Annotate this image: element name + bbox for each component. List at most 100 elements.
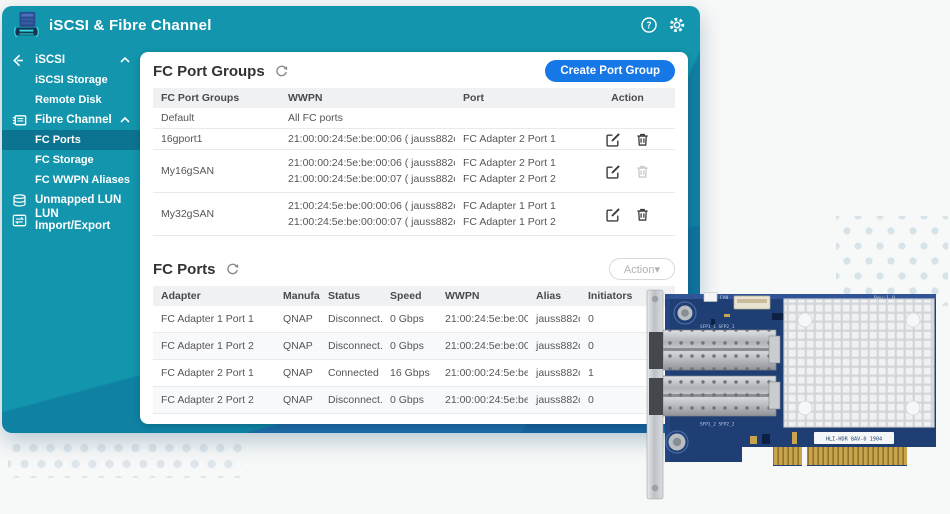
column-header: Manufa... <box>275 286 320 306</box>
import-export-icon <box>11 213 28 228</box>
column-header: Adapter <box>153 286 275 306</box>
card-bracket <box>647 290 663 499</box>
port-alias: jauss882c... <box>528 337 580 355</box>
edit-icon[interactable] <box>606 207 621 222</box>
sidebar-label: Remote Disk <box>35 94 102 106</box>
fc-ports-header: FC Ports Action▾ <box>153 256 675 282</box>
sidebar-label: FC Ports <box>35 134 81 146</box>
group-port: FC Adapter 1 Port 1 FC Adapter 1 Port 2 <box>455 195 580 233</box>
sidebar-label: iSCSI Storage <box>35 74 108 86</box>
group-name: My16gSAN <box>153 162 280 180</box>
fc-adapter-card-image: FAN SFP1_1 SFP2_1 SFP1_2 SFP2_2 Rev:1.0 <box>644 286 950 514</box>
group-wwpn: All FC ports <box>280 109 455 127</box>
sidebar-label: FC Storage <box>35 154 94 166</box>
group-port <box>455 115 580 121</box>
sidebar-label: iSCSI <box>35 54 120 66</box>
port-groups-title: FC Port Groups <box>153 63 265 80</box>
create-port-group-button[interactable]: Create Port Group <box>545 60 675 82</box>
fc-ports-table: Adapter Manufa... Status Speed WWPN Alia… <box>153 286 675 414</box>
column-header: FC Port Groups <box>153 88 280 108</box>
column-header: WWPN <box>280 88 455 108</box>
column-header: Port <box>455 88 580 108</box>
gear-icon[interactable] <box>668 16 686 34</box>
edit-icon[interactable] <box>606 132 621 147</box>
column-header: WWPN <box>437 286 528 306</box>
chevron-up-icon[interactable] <box>120 117 130 123</box>
port-status: Disconnect... <box>320 310 382 328</box>
port-adapter: FC Adapter 2 Port 1 <box>153 364 275 382</box>
table-row[interactable]: My16gSAN 21:00:00:24:5e:be:00:06 ( jauss… <box>153 150 675 193</box>
table-row[interactable]: FC Adapter 1 Port 1 QNAP Disconnect... 0… <box>153 306 675 333</box>
app-window: iSCSI & Fibre Channel ? iSCSI iSCSI <box>2 6 700 433</box>
port-groups-table-header: FC Port Groups WWPN Port Action <box>153 88 675 108</box>
action-button[interactable]: Action▾ <box>609 258 675 280</box>
port-speed: 16 Gbps <box>382 364 437 382</box>
iscsi-icon <box>11 53 28 68</box>
group-actions <box>580 115 675 121</box>
refresh-icon[interactable] <box>274 64 289 79</box>
delete-icon[interactable] <box>635 207 650 222</box>
group-name: Default <box>153 109 280 127</box>
port-adapter: FC Adapter 1 Port 1 <box>153 310 275 328</box>
port-manufacturer: QNAP <box>275 337 320 355</box>
group-actions <box>580 161 675 182</box>
delete-icon[interactable] <box>635 132 650 147</box>
card-sticker: HLI-HDR 8AV-0 1904 <box>814 432 894 444</box>
sidebar-item-remote-disk[interactable]: Remote Disk <box>2 90 140 110</box>
column-header: Status <box>320 286 382 306</box>
sidebar-label: FC WWPN Aliases <box>35 174 130 186</box>
table-row[interactable]: FC Adapter 2 Port 2 QNAP Disconnect... 0… <box>153 387 675 414</box>
port-status: Disconnect... <box>320 337 382 355</box>
chevron-up-icon[interactable] <box>120 57 130 63</box>
edit-icon[interactable] <box>606 164 621 179</box>
sidebar-item-fc-ports[interactable]: FC Ports <box>2 130 140 150</box>
refresh-icon[interactable] <box>225 262 240 277</box>
port-groups-table: FC Port Groups WWPN Port Action Default … <box>153 88 675 236</box>
sidebar-item-fc-storage[interactable]: FC Storage <box>2 150 140 170</box>
titlebar-actions: ? <box>640 16 686 34</box>
sidebar-item-iscsi[interactable]: iSCSI <box>2 50 140 70</box>
table-row[interactable]: FC Adapter 2 Port 1 QNAP Connected 16 Gb… <box>153 360 675 387</box>
table-row[interactable]: 16gport1 21:00:00:24:5e:be:00:06 ( jauss… <box>153 129 675 150</box>
component <box>750 436 757 444</box>
port-speed: 0 Gbps <box>382 310 437 328</box>
group-port: FC Adapter 2 Port 1 FC Adapter 2 Port 2 <box>455 152 580 190</box>
sidebar-item-fc-wwpn-aliases[interactable]: FC WWPN Aliases <box>2 170 140 190</box>
port-adapter: FC Adapter 1 Port 2 <box>153 337 275 355</box>
port-wwpn: 21:00:24:5e:be:00:00... <box>437 310 528 328</box>
sidebar-item-iscsi-storage[interactable]: iSCSI Storage <box>2 70 140 90</box>
group-wwpn: 21:00:24:5e:be:00:00:06 ( jauss882c32p1 … <box>280 195 455 233</box>
delete-icon-disabled <box>635 164 650 179</box>
heatsink <box>784 299 934 427</box>
port-alias: jauss882c... <box>528 391 580 409</box>
port-manufacturer: QNAP <box>275 364 320 382</box>
fc-ports-title: FC Ports <box>153 261 216 278</box>
group-actions <box>580 204 675 225</box>
sidebar-item-lun-import-export[interactable]: LUN Import/Export <box>2 210 140 230</box>
sidebar-item-unmapped-lun[interactable]: Unmapped LUN <box>2 190 140 210</box>
window-title: iSCSI & Fibre Channel <box>49 17 640 34</box>
port-alias: jauss882c... <box>528 310 580 328</box>
group-wwpn: 21:00:00:24:5e:be:00:06 ( jauss882c16p1 … <box>280 130 455 148</box>
help-icon[interactable]: ? <box>640 16 658 34</box>
fc-ports-table-header: Adapter Manufa... Status Speed WWPN Alia… <box>153 286 675 306</box>
disk-stack-icon <box>11 193 28 208</box>
group-name: My32gSAN <box>153 205 280 223</box>
sidebar-item-fibre-channel[interactable]: Fibre Channel <box>2 110 140 130</box>
table-row[interactable]: FC Adapter 1 Port 2 QNAP Disconnect... 0… <box>153 333 675 360</box>
port-manufacturer: QNAP <box>275 391 320 409</box>
component <box>762 434 770 444</box>
port-wwpn: 21:00:00:24:5e:be:00... <box>437 391 528 409</box>
main-panel: FC Port Groups Create Port Group FC Port… <box>140 52 688 424</box>
group-port: FC Adapter 2 Port 1 <box>455 130 580 148</box>
table-row[interactable]: Default All FC ports <box>153 108 675 129</box>
sidebar-label: Unmapped LUN <box>35 194 130 206</box>
port-status: Disconnect... <box>320 391 382 409</box>
caret-down-icon: ▾ <box>654 264 660 276</box>
table-row[interactable]: My32gSAN 21:00:24:5e:be:00:00:06 ( jauss… <box>153 193 675 236</box>
port-speed: 0 Gbps <box>382 337 437 355</box>
port-alias: jauss882c... <box>528 364 580 382</box>
sidebar-label: LUN Import/Export <box>35 208 130 232</box>
svg-text:?: ? <box>646 20 652 31</box>
port-speed: 0 Gbps <box>382 391 437 409</box>
